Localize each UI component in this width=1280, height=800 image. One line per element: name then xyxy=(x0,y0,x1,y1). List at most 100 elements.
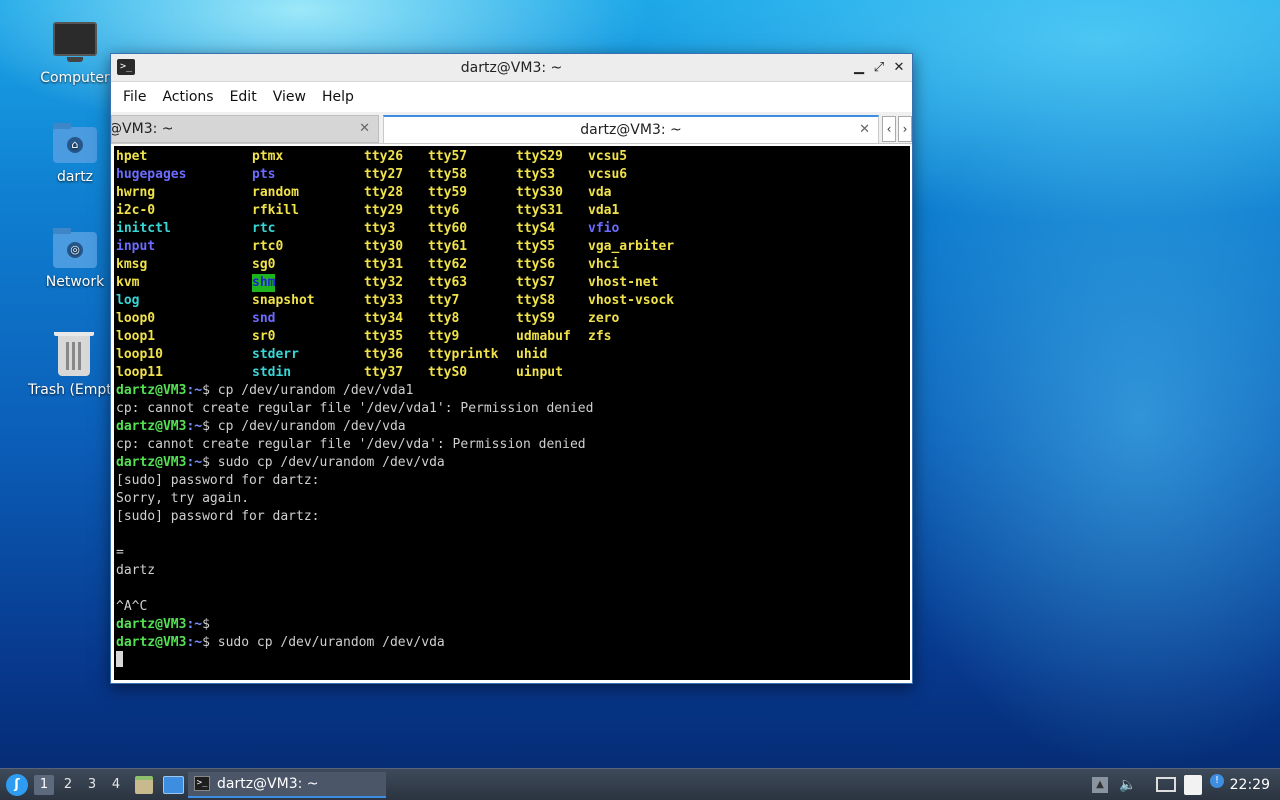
show-desktop-icon[interactable] xyxy=(163,776,184,794)
menu-file[interactable]: File xyxy=(115,82,154,112)
line-text: cp: cannot create regular file '/dev/vda… xyxy=(116,401,594,416)
ls-entry: ttyS7 xyxy=(516,275,556,290)
maximize-button[interactable]: ⤢ xyxy=(870,59,888,77)
ls-entry: tty35 xyxy=(364,329,404,344)
desktop-icon-label: Computer xyxy=(40,70,110,86)
desktop-icon-computer[interactable]: Computer xyxy=(29,18,121,86)
minimize-button[interactable]: ▁ xyxy=(850,59,868,77)
line-text: dartz xyxy=(116,563,156,578)
ls-entry: ttyS29 xyxy=(516,149,563,164)
ls-entry: tty62 xyxy=(428,257,468,272)
ls-entry: tty3 xyxy=(364,221,396,236)
prompt-path: :~ xyxy=(186,383,203,398)
ls-entry: rtc xyxy=(252,221,276,236)
output-line: [sudo] password for dartz: xyxy=(116,472,320,490)
desktop-icon-network[interactable]: ◎ Network xyxy=(29,228,121,290)
prompt-symbol: $ xyxy=(202,455,210,470)
ls-output-row: loop0 snd tty34 tty8 ttyS9 zero xyxy=(116,310,906,328)
line-text: ^A^C xyxy=(116,599,148,614)
workspace-4[interactable]: 4 xyxy=(106,775,126,795)
window-titlebar[interactable]: >_ dartz@VM3: ~ ▁ ⤢ ✕ xyxy=(111,54,912,82)
taskbar: ʃ 1 2 3 4 >_ dartz@VM3: ~ ▲ 🔈 ! 22:29 xyxy=(0,768,1280,800)
tab-bar: dartz@VM3: ~ ✕ dartz@VM3: ~ ✕ ‹ › xyxy=(111,112,912,144)
desktop-icon-home[interactable]: ⌂ dartz xyxy=(29,123,121,185)
taskbar-task-terminal[interactable]: >_ dartz@VM3: ~ xyxy=(188,772,386,798)
ls-output-row: kmsg sg0 tty31 tty62 ttyS6 vhci xyxy=(116,256,906,274)
tab-1[interactable]: dartz@VM3: ~ ✕ xyxy=(111,115,379,143)
tab-close-button[interactable]: ✕ xyxy=(859,117,870,143)
ls-entry: vhost-net xyxy=(588,275,659,290)
workspace-3[interactable]: 3 xyxy=(82,775,102,795)
ls-entry: ttyprintk xyxy=(428,347,499,362)
ls-output-row: initctl rtc tty3 tty60 ttyS4 vfio xyxy=(116,220,906,238)
ls-entry: loop11 xyxy=(116,365,163,380)
terminal-output[interactable]: hpet ptmx tty26 tty57 ttyS29 vcsu5 hugepages pt… xyxy=(114,146,910,680)
trash-icon xyxy=(54,332,94,376)
volume-icon[interactable]: 🔈 xyxy=(1118,775,1138,795)
prompt-path: :~ xyxy=(186,455,203,470)
ls-entry: loop0 xyxy=(116,311,156,326)
command-line: dartz@VM3:~$ cp /dev/urandom /dev/vda xyxy=(116,418,406,436)
file-manager-icon[interactable] xyxy=(135,776,153,794)
prompt-path: :~ xyxy=(186,635,203,650)
eject-icon[interactable]: ▲ xyxy=(1092,777,1108,793)
command-line: dartz@VM3:~$ xyxy=(116,616,210,634)
output-line: cp: cannot create regular file '/dev/vda… xyxy=(116,400,593,418)
ls-entry: tty58 xyxy=(428,167,468,182)
ls-entry: tty34 xyxy=(364,311,404,326)
prompt-path: :~ xyxy=(186,617,203,632)
ls-entry: tty61 xyxy=(428,239,468,254)
ls-entry: tty30 xyxy=(364,239,404,254)
ls-entry: initctl xyxy=(116,221,171,236)
network-folder-icon: ◎ xyxy=(53,228,97,268)
ls-output-row: log snapshot tty33 tty7 ttyS8 vhost-vsock xyxy=(116,292,906,310)
tab-close-button[interactable]: ✕ xyxy=(359,116,370,142)
ls-entry: rfkill xyxy=(252,203,299,218)
ls-entry: tty31 xyxy=(364,257,404,272)
ls-entry: tty36 xyxy=(364,347,404,362)
ls-entry: tty26 xyxy=(364,149,404,164)
ls-output-row: hwrng random tty28 tty59 ttyS30 vda xyxy=(116,184,906,202)
terminal-icon: >_ xyxy=(194,776,210,791)
terminal-window: >_ dartz@VM3: ~ ▁ ⤢ ✕ File Actions Edit … xyxy=(110,53,913,684)
menu-bar: File Actions Edit View Help xyxy=(111,82,912,112)
clipboard-icon[interactable] xyxy=(1184,775,1202,795)
tab-scroll-right-button[interactable]: › xyxy=(898,116,912,142)
notification-icon[interactable]: ! xyxy=(1210,774,1224,788)
output-line: Sorry, try again. xyxy=(116,490,249,508)
ls-entry: vda xyxy=(588,185,612,200)
ls-entry: tty59 xyxy=(428,185,468,200)
tab-label: dartz@VM3: ~ xyxy=(111,121,174,137)
menu-help[interactable]: Help xyxy=(314,82,362,112)
ls-entry: hpet xyxy=(116,149,148,164)
line-text: cp /dev/urandom /dev/vda xyxy=(209,419,406,434)
terminal-cursor xyxy=(116,651,123,667)
network-icon[interactable] xyxy=(1156,777,1176,792)
tab-scroll-left-button[interactable]: ‹ xyxy=(882,116,896,142)
ls-entry: tty6 xyxy=(428,203,460,218)
ls-entry: tty57 xyxy=(428,149,468,164)
tab-2[interactable]: dartz@VM3: ~ ✕ xyxy=(383,115,879,143)
clock[interactable]: 22:29 xyxy=(1230,775,1270,795)
desktop-icon-trash[interactable]: Trash (Empty) xyxy=(22,332,110,398)
menu-edit[interactable]: Edit xyxy=(222,82,265,112)
ls-entry: tty32 xyxy=(364,275,404,290)
ls-entry: tty27 xyxy=(364,167,404,182)
prompt-symbol: $ xyxy=(202,383,210,398)
ls-entry: rtc0 xyxy=(252,239,284,254)
ls-entry: ttyS5 xyxy=(516,239,556,254)
prompt-symbol: $ xyxy=(202,419,210,434)
ls-entry: ttyS9 xyxy=(516,311,556,326)
workspace-2[interactable]: 2 xyxy=(58,775,78,795)
workspace-1[interactable]: 1 xyxy=(34,775,54,795)
menu-view[interactable]: View xyxy=(265,82,314,112)
menu-actions[interactable]: Actions xyxy=(154,82,221,112)
close-button[interactable]: ✕ xyxy=(890,59,908,77)
ls-entry: vhost-vsock xyxy=(588,293,675,308)
ls-output-row: hpet ptmx tty26 tty57 ttyS29 vcsu5 xyxy=(116,148,906,166)
menu-logo-icon[interactable]: ʃ xyxy=(6,774,28,796)
ls-entry: ttyS3 xyxy=(516,167,556,182)
ls-output-row: i2c-0 rfkill tty29 tty6 ttyS31 vda1 xyxy=(116,202,906,220)
ls-output-row: loop11 stdin tty37 ttyS0 uinput xyxy=(116,364,906,382)
command-line: dartz@VM3:~$ cp /dev/urandom /dev/vda1 xyxy=(116,382,413,400)
